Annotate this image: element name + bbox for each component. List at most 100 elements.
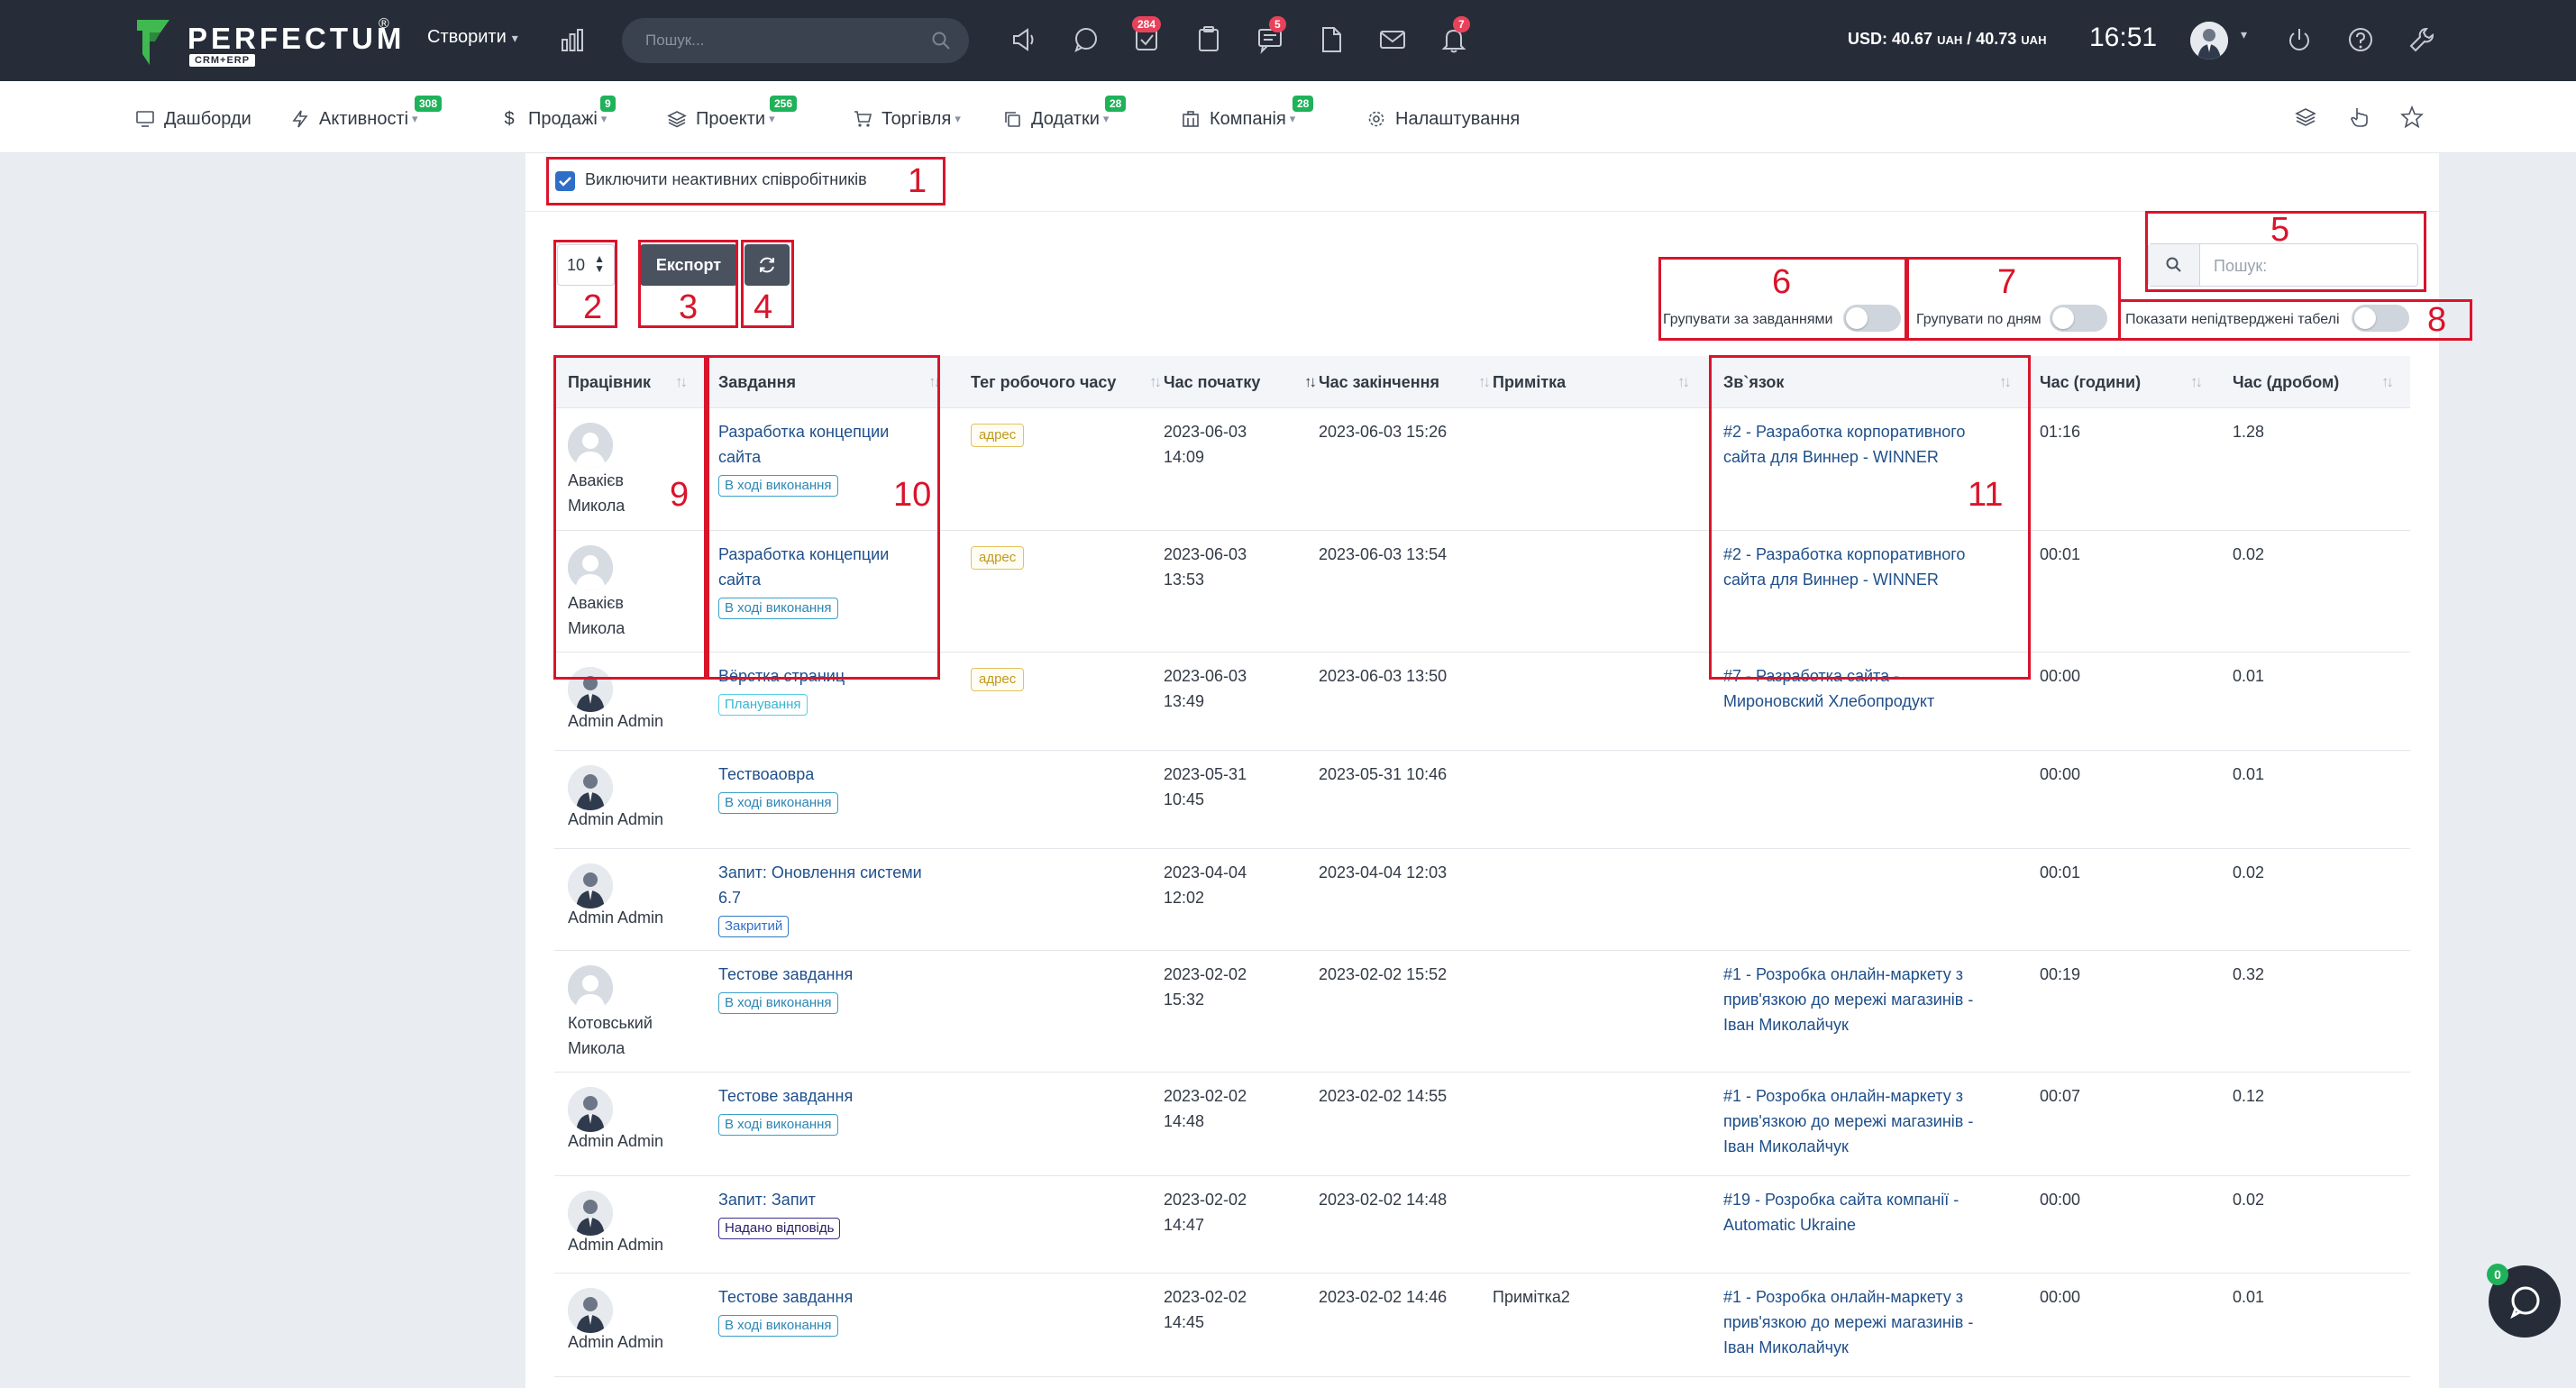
employee-avatar[interactable] [568, 1087, 613, 1132]
wrench-icon[interactable] [2407, 24, 2437, 55]
copy-icon [1005, 112, 1020, 127]
relation-link[interactable]: #1 - Розробка онлайн-маркету з прив'язкою… [1723, 962, 1973, 1037]
clock: 16:51 [2089, 23, 2158, 52]
annotation-number: 5 [2270, 211, 2290, 249]
menu-item-label: Проекти [696, 108, 766, 129]
employee-name[interactable]: Котовський Микола [568, 1010, 653, 1061]
global-search-input[interactable] [645, 29, 916, 52]
column-header-end-time[interactable]: Час закінчення [1319, 356, 1439, 408]
annotation-number: 9 [670, 476, 690, 514]
employee-avatar[interactable] [568, 965, 613, 1010]
relation-line: Automatic Ukraine [1723, 1216, 1857, 1234]
annotation-number: 7 [1997, 263, 2017, 301]
employee-name[interactable]: Admin Admin [568, 807, 663, 832]
global-search[interactable] [622, 18, 969, 63]
task-link[interactable]: Тествоаовра [718, 762, 926, 787]
sort-icon[interactable]: ↑↓ [2190, 356, 2203, 408]
task-cell: Тествоаовра В ході виконання [718, 762, 926, 814]
column-header-hours[interactable]: Час (години) [2040, 356, 2141, 408]
employee-avatar[interactable] [568, 1191, 613, 1236]
annotation-number: 6 [1772, 263, 1792, 301]
chevron-down-icon[interactable]: ▾ [2241, 27, 2247, 42]
logo-text: PERFECTUM [187, 22, 406, 55]
mail-icon[interactable] [1377, 24, 1408, 55]
logo[interactable]: PERFECTUM CRM+ERP ® [135, 16, 401, 68]
time-tag-badge: адрес [971, 668, 1025, 691]
tasks-checkbox-icon[interactable]: 284 [1132, 16, 1163, 55]
column-header-start-time[interactable]: Час початку [1164, 356, 1260, 408]
employee-name[interactable]: Admin Admin [568, 905, 663, 930]
column-header-note[interactable]: Примітка [1493, 356, 1566, 408]
tasks-count-badge: 284 [1132, 16, 1162, 32]
menu-item-addons[interactable]: Додатки ▾ 28 [1002, 96, 1127, 132]
employee-avatar[interactable] [568, 1288, 613, 1333]
task-status-badge: Планування [718, 694, 808, 716]
fraction-value: 1.28 [2233, 423, 2265, 441]
sort-icon[interactable]: ↑↓ [2381, 356, 2394, 408]
power-icon[interactable] [2284, 24, 2315, 55]
logo-registered-mark: ® [379, 16, 389, 32]
relation-line: прив'язкою до мережі магазинів - [1723, 1112, 1974, 1130]
start-clock: 14:47 [1164, 1216, 1205, 1234]
annotation-number: 2 [583, 288, 603, 326]
task-link[interactable]: Тестове завдання [718, 1083, 926, 1109]
employee-name[interactable]: Admin Admin [568, 1128, 663, 1154]
annotation-number: 1 [908, 162, 927, 200]
relation-line: прив'язкою до мережі магазинів - [1723, 1313, 1974, 1331]
hand-pointer-icon[interactable] [2347, 105, 2372, 130]
start-date: 2023-06-03 [1164, 545, 1247, 563]
start-time: 2023-04-04 12:02 [1164, 860, 1247, 910]
menu-item-settings[interactable]: Налаштування [1366, 106, 1520, 132]
star-icon[interactable] [2399, 105, 2425, 130]
megaphone-icon[interactable] [1009, 24, 1040, 55]
menu-item-sales[interactable]: $ Продажі ▾ 9 [499, 96, 616, 132]
create-dropdown-button[interactable]: Створити ▾ [427, 27, 518, 48]
message-list-icon[interactable]: 5 [1255, 16, 1286, 55]
table-row: Admin Admin Запит: Запит Надано відповідь 2… [554, 1176, 2410, 1274]
employee-name[interactable]: Admin Admin [568, 1232, 663, 1257]
menu-item-label: Продажі [528, 108, 598, 129]
user-avatar[interactable] [2190, 22, 2228, 59]
menu-item-activities[interactable]: Активності ▾ 308 [290, 96, 443, 132]
fraction-value: 0.02 [2233, 545, 2265, 563]
file-icon[interactable] [1316, 24, 1347, 55]
sort-icon[interactable]: ↑↓ [1149, 356, 1162, 408]
task-link[interactable]: Запит: Оновлення системи [718, 860, 926, 885]
column-header-fraction[interactable]: Час (дробом) [2233, 356, 2339, 408]
sort-icon[interactable]: ↑↓ [1478, 356, 1491, 408]
layers-icon[interactable] [2293, 105, 2318, 130]
relation-link[interactable]: #19 - Розробка сайта компанії - Automatic… [1723, 1187, 1959, 1237]
relation-line: прив'язкою до мережі магазинів - [1723, 991, 1974, 1009]
sort-desc-icon[interactable]: ↑↓ [1304, 356, 1317, 408]
task-link[interactable]: Запит: Запит [718, 1187, 926, 1212]
task-link[interactable]: Тестове завдання [718, 962, 926, 987]
building-icon [1183, 111, 1199, 127]
menu-item-trade[interactable]: Торгівля ▾ [853, 106, 961, 132]
menu-item-company[interactable]: Компанія ▾ 28 [1181, 96, 1314, 132]
start-time: 2023-05-31 10:45 [1164, 762, 1247, 812]
task-link[interactable]: 6.7 [718, 885, 926, 910]
bell-icon[interactable]: 7 [1439, 16, 1470, 55]
employee-avatar[interactable] [568, 765, 613, 810]
chat-icon[interactable] [1071, 24, 1101, 55]
task-link[interactable]: Тестове завдання [718, 1284, 926, 1310]
annotation-box [2118, 299, 2472, 341]
employee-avatar[interactable] [568, 863, 613, 909]
relation-link[interactable]: #1 - Розробка онлайн-маркету з прив'язкою… [1723, 1284, 1973, 1360]
start-clock: 13:53 [1164, 571, 1205, 589]
column-header-time-tag[interactable]: Тег робочого часу [971, 356, 1116, 408]
bar-chart-icon[interactable] [559, 27, 586, 54]
employee-name[interactable]: Admin Admin [568, 1329, 663, 1355]
employee-name[interactable]: Admin Admin [568, 708, 663, 734]
menu-item-dashboards[interactable]: Дашборди [135, 106, 251, 132]
employee-name-line: Admin Admin [568, 1236, 664, 1254]
menu-item-projects[interactable]: Проекти ▾ 256 [667, 96, 798, 132]
relation-link[interactable]: #1 - Розробка онлайн-маркету з прив'язкою… [1723, 1083, 1973, 1159]
search-icon[interactable] [931, 31, 951, 50]
currency-rate: USD: 40.67 UAH / 40.73 UAH [1848, 30, 2046, 49]
relation-line: Іван Миколайчук [1723, 1338, 1849, 1356]
relation-line: #19 - Розробка сайта компанії - [1723, 1191, 1959, 1209]
help-icon[interactable] [2345, 24, 2376, 55]
clipboard-icon[interactable] [1193, 24, 1224, 55]
sort-icon[interactable]: ↑↓ [1677, 356, 1690, 408]
